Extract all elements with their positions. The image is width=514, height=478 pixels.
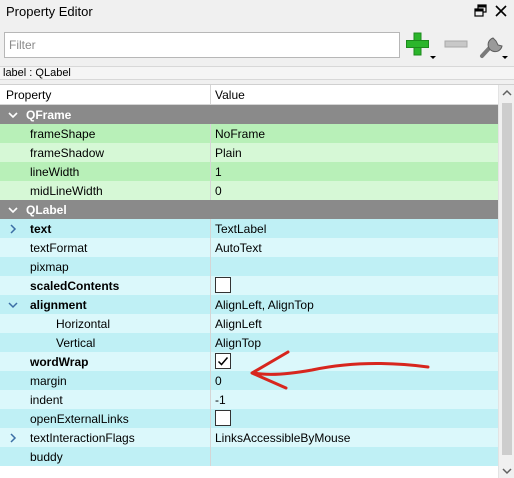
filter-toolbar <box>0 26 514 64</box>
property-label: frameShadow <box>30 146 105 160</box>
property-value[interactable]: AlignLeft, AlignTop <box>215 298 314 312</box>
group-header-qframe[interactable]: QFrame <box>0 105 498 124</box>
word-wrap-checkbox[interactable] <box>215 353 231 369</box>
wrench-icon <box>480 37 508 59</box>
property-table: Property Value QFrame frameShape NoFrame… <box>0 84 514 478</box>
open-external-links-checkbox[interactable] <box>215 410 231 426</box>
scroll-down-icon[interactable] <box>499 463 514 478</box>
property-value[interactable]: TextLabel <box>215 222 266 236</box>
property-row-frameShape[interactable]: frameShape NoFrame <box>0 124 498 143</box>
property-rows: QFrame frameShape NoFrame frameShadow Pl… <box>0 105 498 466</box>
vertical-scrollbar[interactable] <box>498 85 514 478</box>
column-header-value[interactable]: Value <box>215 88 245 102</box>
property-row-openExternalLinks[interactable]: openExternalLinks <box>0 409 498 428</box>
property-label: textInteractionFlags <box>30 431 135 445</box>
group-label: QFrame <box>26 108 72 122</box>
scaled-contents-checkbox[interactable] <box>215 277 231 293</box>
property-row-margin[interactable]: margin 0 <box>0 371 498 390</box>
close-icon[interactable] <box>494 4 508 18</box>
add-property-button[interactable] <box>404 30 438 62</box>
property-row-indent[interactable]: indent -1 <box>0 390 498 409</box>
group-label: QLabel <box>26 203 67 217</box>
object-class-label: label : QLabel <box>0 66 514 80</box>
property-label: buddy <box>30 450 63 464</box>
property-label: text <box>30 222 52 236</box>
property-label: textFormat <box>30 241 88 255</box>
property-row-text[interactable]: text TextLabel <box>0 219 498 238</box>
property-label: Vertical <box>56 336 96 350</box>
window-title: Property Editor <box>6 4 93 19</box>
remove-property-button[interactable] <box>440 30 474 62</box>
chevron-down-icon[interactable] <box>8 109 18 119</box>
property-label: indent <box>30 393 63 407</box>
scroll-thumb[interactable] <box>502 103 512 455</box>
property-label: alignment <box>30 298 87 312</box>
property-row-frameShadow[interactable]: frameShadow Plain <box>0 143 498 162</box>
chevron-down-icon[interactable] <box>8 299 18 309</box>
property-row-lineWidth[interactable]: lineWidth 1 <box>0 162 498 181</box>
property-label: Horizontal <box>56 317 111 331</box>
column-header-property[interactable]: Property <box>6 88 51 102</box>
property-row-textFormat[interactable]: textFormat AutoText <box>0 238 498 257</box>
property-row-buddy[interactable]: buddy <box>0 447 498 466</box>
property-row-scaledContents[interactable]: scaledContents <box>0 276 498 295</box>
property-value[interactable]: 0 <box>215 374 222 388</box>
property-row-vertical[interactable]: Vertical AlignTop <box>0 333 498 352</box>
property-row-pixmap[interactable]: pixmap <box>0 257 498 276</box>
filter-input[interactable] <box>4 32 400 58</box>
float-icon[interactable] <box>474 4 488 18</box>
group-header-qlabel[interactable]: QLabel <box>0 200 498 219</box>
property-label: lineWidth <box>30 165 80 179</box>
property-row-wordWrap[interactable]: wordWrap <box>0 352 498 371</box>
property-value[interactable]: LinksAccessibleByMouse <box>215 431 350 445</box>
property-value[interactable]: AutoText <box>215 241 262 255</box>
property-row-midLineWidth[interactable]: midLineWidth 0 <box>0 181 498 200</box>
table-header: Property Value <box>0 85 498 105</box>
title-bar: Property Editor <box>0 0 514 24</box>
property-value[interactable]: 1 <box>215 165 222 179</box>
chevron-right-icon[interactable] <box>8 223 18 234</box>
property-label: midLineWidth <box>30 184 103 198</box>
property-value[interactable]: AlignTop <box>215 336 261 350</box>
chevron-down-icon[interactable] <box>8 204 18 214</box>
checkmark-icon <box>217 357 229 366</box>
property-value[interactable]: -1 <box>215 393 226 407</box>
configure-button[interactable] <box>476 30 510 62</box>
property-label: pixmap <box>30 260 69 274</box>
property-label: openExternalLinks <box>30 412 129 426</box>
chevron-right-icon[interactable] <box>8 432 18 443</box>
property-value[interactable]: NoFrame <box>215 127 265 141</box>
header-divider[interactable] <box>210 85 211 105</box>
property-row-textInteractionFlags[interactable]: textInteractionFlags LinksAccessibleByMo… <box>0 428 498 447</box>
property-label: frameShape <box>30 127 96 141</box>
property-value[interactable]: Plain <box>215 146 242 160</box>
property-value[interactable]: AlignLeft <box>215 317 262 331</box>
property-label: margin <box>30 374 67 388</box>
property-label: scaledContents <box>30 279 120 293</box>
property-label: wordWrap <box>30 355 89 369</box>
scroll-up-icon[interactable] <box>499 85 514 101</box>
property-row-alignment[interactable]: alignment AlignLeft, AlignTop <box>0 295 498 314</box>
minus-icon <box>444 40 468 48</box>
property-row-horizontal[interactable]: Horizontal AlignLeft <box>0 314 498 333</box>
property-value[interactable]: 0 <box>215 184 222 198</box>
plus-icon <box>406 32 436 59</box>
